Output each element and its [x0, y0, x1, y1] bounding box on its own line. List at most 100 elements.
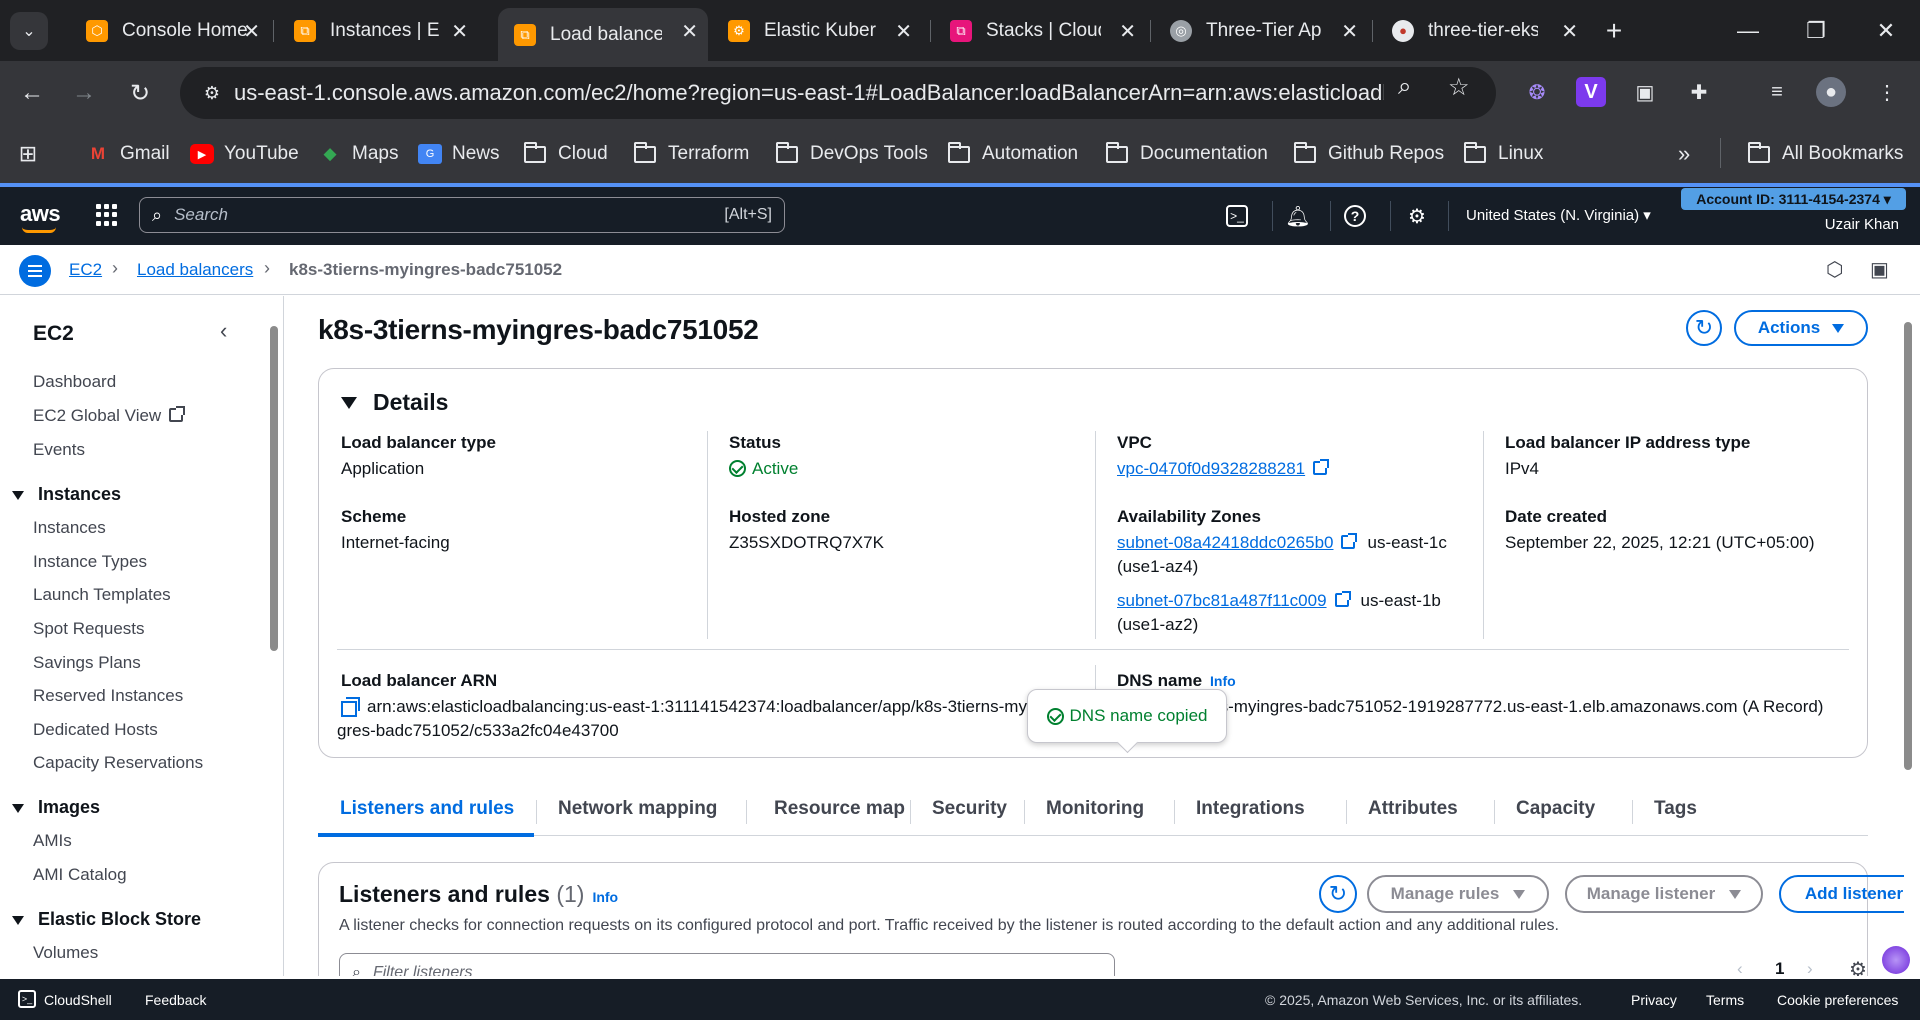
chrome-menu-icon[interactable]: ⋮ [1872, 77, 1902, 107]
search-box[interactable]: ⌕ [Alt+S] [139, 197, 785, 233]
browser-tab[interactable]: ⚙Elastic Kubernetes✕ [712, 8, 922, 53]
aws-logo[interactable]: aws [20, 201, 61, 227]
sidebar-section-instances[interactable]: Instances [12, 484, 121, 505]
bookmark-folder-terraform[interactable]: Terraform [634, 138, 749, 170]
services-menu-icon[interactable] [96, 204, 118, 226]
sidebar-item-dedicated-hosts[interactable]: Dedicated Hosts [33, 720, 158, 740]
tab-resource-map[interactable]: Resource map [774, 798, 905, 820]
apps-grid-icon[interactable]: ⊞ [16, 138, 50, 170]
extension-image-icon[interactable]: ▣ [1630, 77, 1660, 107]
help-icon[interactable]: ? [1344, 205, 1366, 227]
details-header[interactable]: Details [341, 389, 448, 416]
bookmark-maps[interactable]: ◆ Maps [318, 138, 398, 170]
all-bookmarks[interactable]: All Bookmarks [1748, 138, 1903, 170]
copy-icon[interactable] [341, 697, 360, 717]
assistant-icon[interactable] [1882, 946, 1910, 974]
browser-tab[interactable]: ◎ Three-Tier App ✕ [1154, 8, 1368, 53]
tab-integrations[interactable]: Integrations [1196, 798, 1305, 820]
manage-rules-button[interactable]: Manage rules [1367, 875, 1549, 913]
minimize-icon[interactable]: — [1718, 0, 1778, 61]
close-tab-icon[interactable]: ✕ [1341, 19, 1358, 44]
close-window-icon[interactable]: ✕ [1856, 0, 1916, 61]
zoom-icon[interactable]: ⌕ [1398, 73, 1411, 101]
close-tab-icon[interactable]: ✕ [451, 19, 468, 44]
new-tab-button[interactable]: + [1584, 0, 1644, 61]
notifications-bell-icon[interactable]: 🔔︎ [1285, 203, 1311, 229]
nav-menu-button[interactable] [19, 255, 51, 287]
main-scrollbar[interactable] [1904, 322, 1912, 770]
sidebar-item-capacity-reservations[interactable]: Capacity Reservations [33, 753, 203, 773]
media-control-icon[interactable]: ≡ [1762, 77, 1792, 107]
cloudshell-icon[interactable]: >_ [1226, 205, 1248, 227]
close-tab-icon[interactable]: ✕ [1561, 19, 1578, 44]
preferences-gear-icon[interactable]: ⚙ [1849, 957, 1867, 976]
prev-page-icon[interactable]: ‹ [1737, 959, 1743, 976]
bookmark-folder-linux[interactable]: Linux [1464, 138, 1543, 170]
region-selector[interactable]: United States (N. Virginia) ▾ [1466, 206, 1651, 224]
browser-tab[interactable]: ⧉Stacks | CloudFormation✕ [934, 8, 1146, 53]
footer-feedback[interactable]: Feedback [145, 992, 206, 1008]
reload-icon[interactable]: ↻ [122, 75, 158, 111]
bookmark-news[interactable]: G News [418, 138, 500, 170]
feedback-hex-icon[interactable]: ⬡ [1826, 257, 1843, 282]
restore-icon[interactable]: ❐ [1786, 0, 1846, 61]
browser-tab[interactable]: ⬡ Console Home ✕ [70, 8, 270, 53]
listeners-refresh-button[interactable]: ↻ [1319, 875, 1357, 913]
sidebar-item-amis[interactable]: AMIs [33, 831, 72, 851]
sidebar-section-ebs[interactable]: Elastic Block Store [12, 909, 201, 930]
refresh-button[interactable]: ↻ [1686, 310, 1722, 346]
tab-security[interactable]: Security [932, 798, 1007, 820]
sidebar-item-instance-types[interactable]: Instance Types [33, 552, 147, 572]
browser-tab[interactable]: ⧉Instances | EC2✕ [278, 8, 478, 53]
bookmark-youtube[interactable]: ▶ YouTube [190, 138, 299, 170]
bookmark-star-icon[interactable]: ☆ [1448, 73, 1470, 102]
display-settings-icon[interactable]: ▣ [1870, 257, 1889, 282]
settings-gear-icon[interactable]: ⚙ [1404, 203, 1430, 229]
tab-capacity[interactable]: Capacity [1516, 798, 1595, 820]
extension-v-icon[interactable]: V [1576, 77, 1606, 107]
bookmark-folder-devops-tools[interactable]: DevOps Tools [776, 138, 928, 170]
extensions-puzzle-icon[interactable]: ✚ [1684, 77, 1714, 107]
next-page-icon[interactable]: › [1807, 959, 1813, 976]
sidebar-item-volumes[interactable]: Volumes [33, 943, 98, 963]
browser-tab[interactable]: ● three-tier-eks ✕ [1376, 8, 1588, 53]
sidebar-item-reserved-instances[interactable]: Reserved Instances [33, 686, 183, 706]
site-info-icon[interactable]: ⚙ [190, 83, 234, 104]
browser-tab-active[interactable]: ⧉ Load balancer ✕ [498, 8, 708, 61]
tab-search-button[interactable]: ⌄ [10, 12, 48, 50]
forward-icon[interactable]: → [66, 75, 102, 111]
page-number[interactable]: 1 [1775, 959, 1784, 976]
vpc-link[interactable]: vpc-0470f0d9328288281 [1117, 459, 1330, 479]
bookmarks-overflow-icon[interactable]: » [1678, 138, 1690, 170]
filter-listeners[interactable]: ⌕ [339, 953, 1115, 976]
sidebar-item-spot-requests[interactable]: Spot Requests [33, 619, 145, 639]
dns-info-link[interactable]: Info [1210, 673, 1236, 689]
footer-privacy[interactable]: Privacy [1631, 992, 1677, 1008]
footer-cloudshell[interactable]: CloudShell [44, 992, 112, 1008]
tab-network-mapping[interactable]: Network mapping [558, 798, 717, 820]
close-tab-icon[interactable]: ✕ [895, 19, 912, 44]
cloudshell-icon[interactable]: >_ [18, 990, 36, 1008]
search-input[interactable] [174, 205, 675, 225]
bookmark-folder-automation[interactable]: Automation [948, 138, 1078, 170]
sidebar-item-global-view[interactable]: EC2 Global View [33, 406, 186, 426]
actions-button[interactable]: Actions [1734, 310, 1868, 346]
bookmark-folder-github-repos[interactable]: Github Repos [1294, 138, 1444, 170]
close-tab-icon[interactable]: ✕ [1119, 19, 1136, 44]
sidebar-section-images[interactable]: Images [12, 797, 100, 818]
sidebar-scrollbar[interactable] [270, 326, 278, 651]
tab-monitoring[interactable]: Monitoring [1046, 798, 1144, 820]
close-tab-icon[interactable]: ✕ [681, 19, 698, 44]
sidebar-item-instances[interactable]: Instances [33, 518, 106, 538]
collapse-sidebar-icon[interactable]: ‹ [220, 318, 227, 344]
sidebar-item-dashboard[interactable]: Dashboard [33, 372, 116, 392]
address-bar[interactable]: ⚙ us-east-1.console.aws.amazon.com/ec2/h… [180, 67, 1496, 119]
back-icon[interactable]: ← [14, 75, 50, 111]
url-text[interactable]: us-east-1.console.aws.amazon.com/ec2/hom… [234, 80, 1384, 106]
tab-listeners-and-rules[interactable]: Listeners and rules [340, 798, 514, 820]
extension-brain-icon[interactable]: ❂ [1522, 77, 1552, 107]
tab-attributes[interactable]: Attributes [1368, 798, 1458, 820]
add-listener-button[interactable]: Add listener [1779, 875, 1904, 913]
sidebar-item-events[interactable]: Events [33, 440, 85, 460]
tab-tags[interactable]: Tags [1654, 798, 1697, 820]
